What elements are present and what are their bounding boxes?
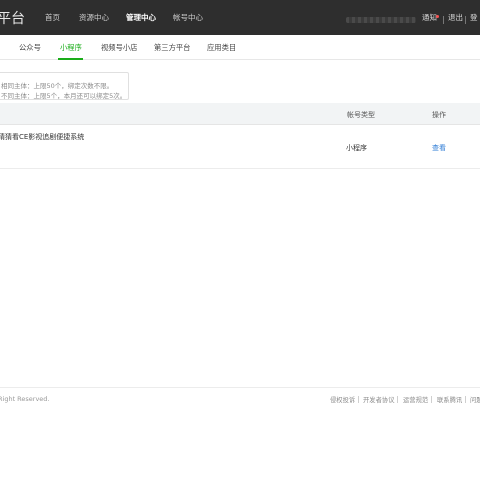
view-link[interactable]: 查看 (432, 143, 446, 153)
active-tab-indicator (58, 58, 83, 60)
mini-program-name: 猜猜看CE影视追剧便捷系统 (0, 133, 85, 141)
logout-link[interactable]: 退出 (448, 12, 463, 23)
footer-link-developer-agreement[interactable]: 开发者协议 (363, 395, 394, 404)
footer-link-help[interactable]: 问题 (470, 395, 480, 404)
divider (443, 16, 444, 24)
unread-dot-icon (436, 15, 439, 18)
info-line-same-entity: 相同主体：上限50个，绑定次数不限。 (1, 82, 114, 90)
nav-management-center[interactable]: 管理中心 (126, 12, 156, 23)
copyright-text: Right Reserved. (0, 395, 50, 403)
table-row: 猜猜看CE影视追剧便捷系统 小程序 查看 (0, 125, 480, 169)
divider (431, 396, 432, 403)
table-header: 帐号类型 操作 (0, 103, 480, 125)
extra-link[interactable]: 登 (470, 12, 478, 23)
account-name-blurred[interactable] (346, 17, 416, 23)
footer-divider (0, 387, 480, 388)
divider (397, 396, 398, 403)
tab-mini-program[interactable]: 小程序 (60, 43, 82, 53)
column-header-action: 操作 (432, 111, 446, 119)
nav-home[interactable]: 首页 (45, 12, 60, 23)
divider (465, 396, 466, 403)
divider (358, 396, 359, 403)
info-line-different-entity: 不同主体：上限5个，本月还可以绑定5次。 (1, 92, 127, 100)
binding-limit-info: 相同主体：上限50个，绑定次数不限。 不同主体：上限5个，本月还可以绑定5次。 (0, 72, 129, 100)
divider (465, 16, 466, 24)
tab-third-party-platform[interactable]: 第三方平台 (154, 43, 190, 53)
top-navigation-bar: 平台 首页 资源中心 管理中心 帐号中心 通知 退出 登 (0, 0, 480, 35)
notice-link[interactable]: 通知 (422, 12, 437, 23)
sub-tabs: 公众号 小程序 视频号小店 第三方平台 应用类目 (0, 35, 480, 60)
column-header-account-type: 帐号类型 (347, 111, 375, 119)
platform-title: 平台 (0, 11, 25, 27)
nav-resource-center[interactable]: 资源中心 (79, 12, 109, 23)
footer-link-infringement[interactable]: 侵权投诉 (330, 395, 355, 404)
tab-official-account[interactable]: 公众号 (19, 43, 41, 53)
nav-account-center[interactable]: 帐号中心 (173, 12, 203, 23)
footer-link-operation-rules[interactable]: 运营规范 (403, 395, 428, 404)
account-type-value: 小程序 (346, 144, 367, 152)
tab-app-category[interactable]: 应用类目 (207, 43, 236, 53)
tab-channels-shop[interactable]: 视频号小店 (101, 43, 137, 53)
footer-link-contact-tencent[interactable]: 联系腾讯 (437, 395, 462, 404)
